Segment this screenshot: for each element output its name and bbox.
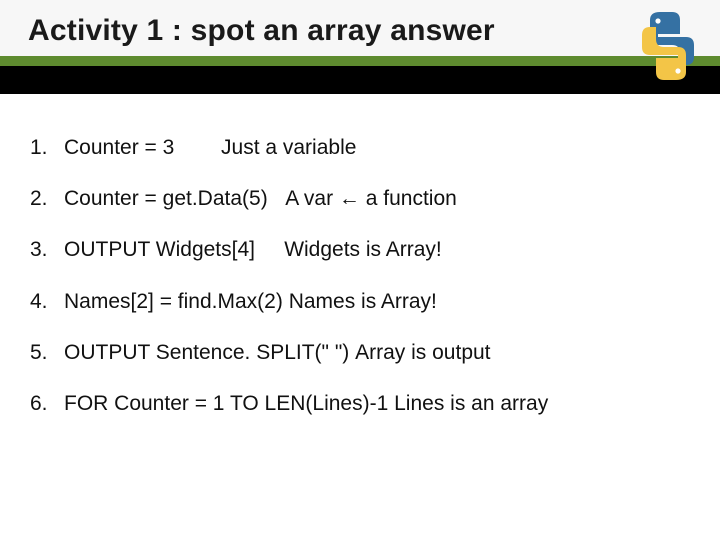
answer-list: 1. Counter = 3 Just a variable 2. Counte… [30,135,690,442]
item-gap [174,135,221,160]
item-note: Lines is an array [394,391,548,416]
list-item: 4. Names[2] = find.Max(2) Names is Array… [30,289,690,314]
item-gap [255,237,284,262]
python-logo [634,10,702,87]
item-note: Names is Array! [289,289,437,314]
green-accent-band [0,56,720,66]
item-gap [268,186,286,211]
item-note: Array is output [355,340,490,365]
item-number: 6. [30,391,64,416]
list-item: 6. FOR Counter = 1 TO LEN(Lines)-1 Lines… [30,391,690,416]
item-code: Names[2] = find.Max(2) [64,289,283,314]
item-number: 4. [30,289,64,314]
item-note: Widgets is Array! [284,237,442,262]
item-note: Just a variable [221,135,356,160]
python-icon [634,10,702,82]
item-code: OUTPUT Widgets[4] [64,237,255,262]
list-item: 3. OUTPUT Widgets[4] Widgets is Array! [30,237,690,262]
item-code: OUTPUT Sentence. SPLIT(" ") [64,340,349,365]
item-note: A var ← a function [285,186,457,211]
item-number: 3. [30,237,64,262]
slide: Activity 1 : spot an array answer 1. Cou… [0,0,720,540]
list-item: 2. Counter = get.Data(5) A var ← a funct… [30,186,690,211]
item-number: 1. [30,135,64,160]
list-item: 5. OUTPUT Sentence. SPLIT(" ") Array is … [30,340,690,365]
item-code: Counter = get.Data(5) [64,186,268,211]
item-code: FOR Counter = 1 TO LEN(Lines)-1 [64,391,388,416]
item-code: Counter = 3 [64,135,174,160]
page-title: Activity 1 : spot an array answer [28,14,495,48]
item-number: 5. [30,340,64,365]
item-number: 2. [30,186,64,211]
list-item: 1. Counter = 3 Just a variable [30,135,690,160]
